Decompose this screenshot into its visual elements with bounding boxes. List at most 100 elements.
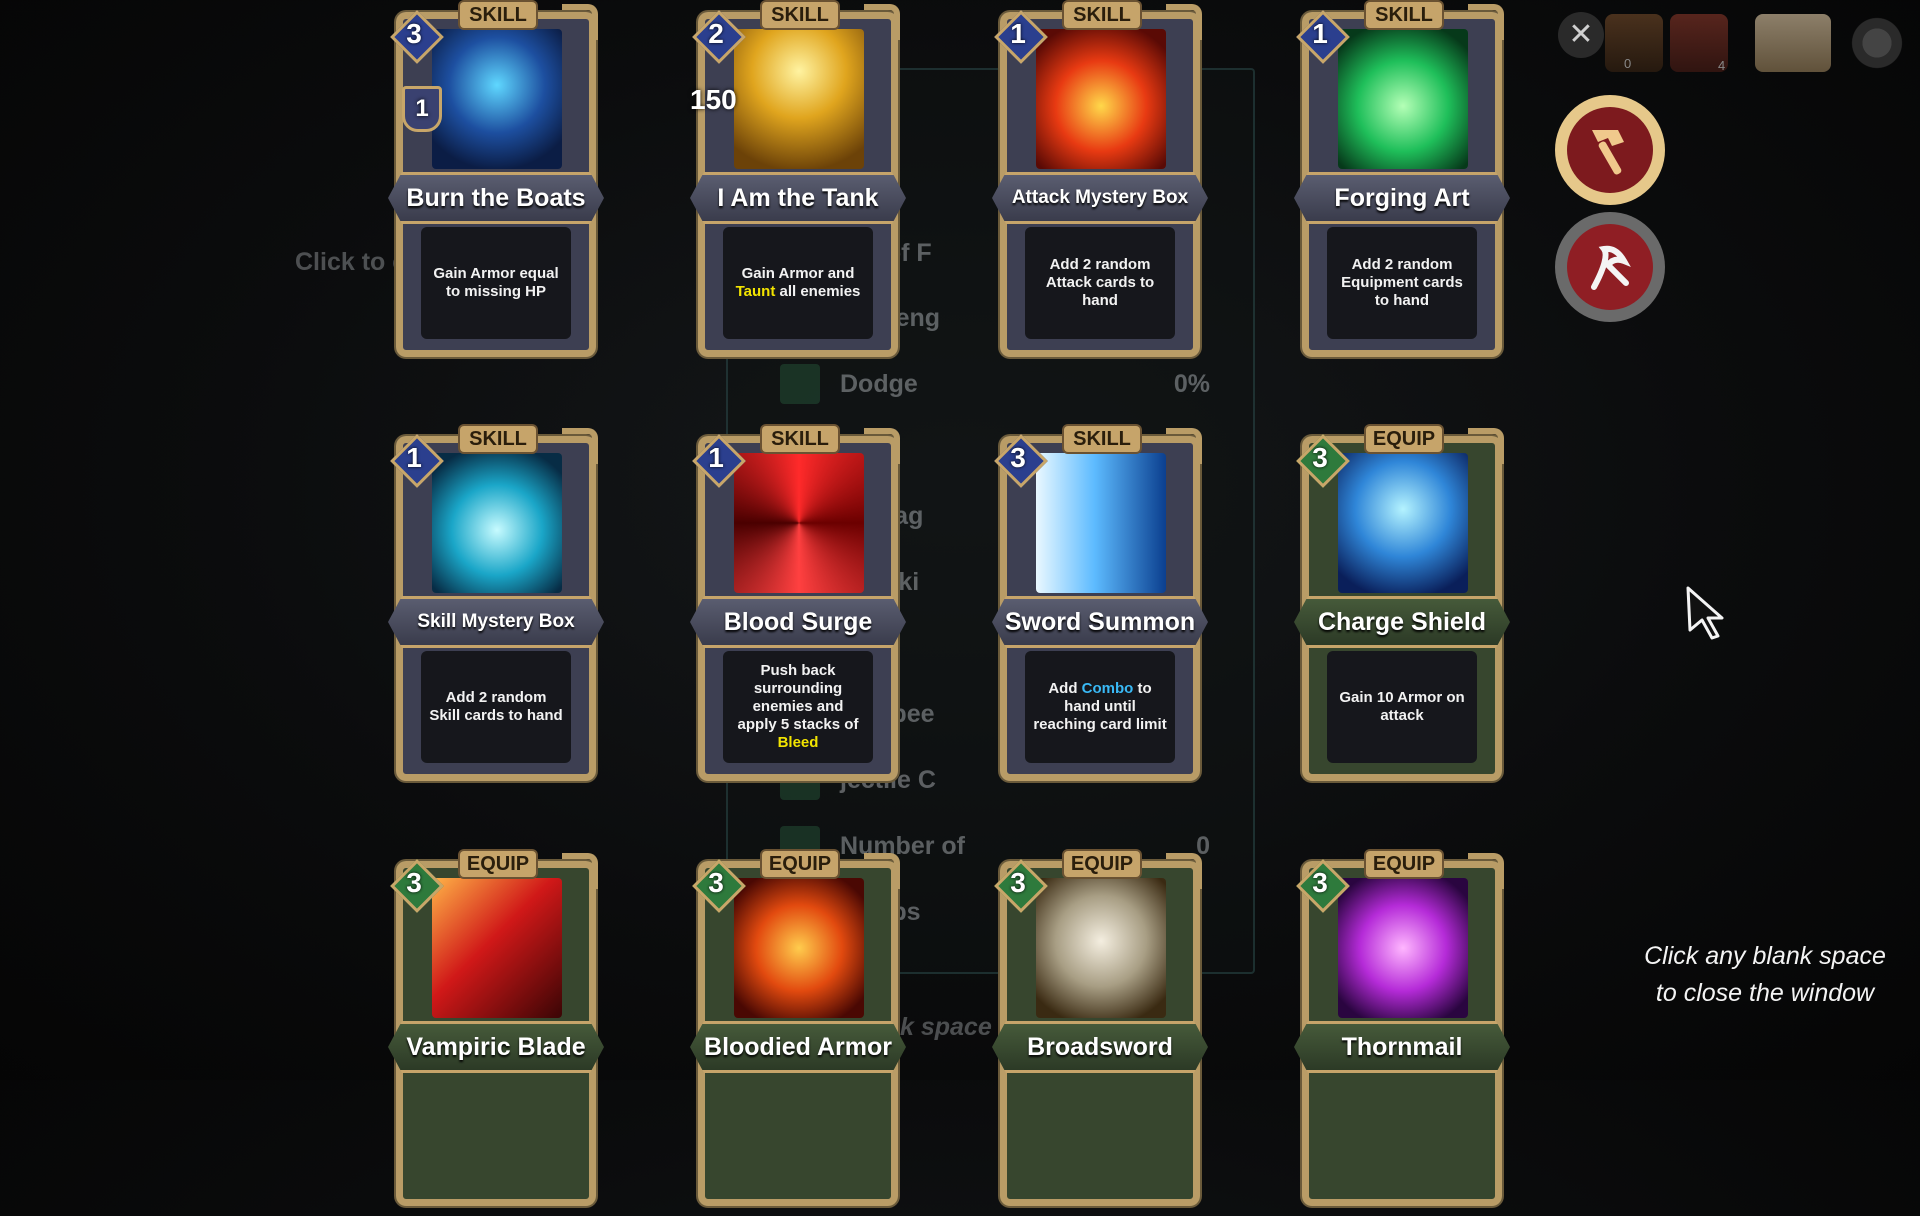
red-blade-icon [432,878,562,1018]
card-corner-ornament [1468,4,1504,40]
card-skill-mystery-box[interactable]: SKILL 1 Skill Mystery Box Add 2 random Skil… [388,426,604,791]
card-name-bar: I Am the Tank [690,172,906,224]
card-name-bar: Vampiric Blade [388,1021,604,1073]
purple-thornmail-icon [1338,878,1468,1018]
armored-warrior-icon [432,29,562,169]
card-cost-value: 1 [708,442,724,473]
description-segment: Add 2 random Skill cards to hand [429,689,563,724]
description-segment: Gain 10 Armor on attack [1339,689,1465,724]
card-type-label: SKILL [1366,2,1442,28]
card-cost-value: 3 [708,867,724,898]
card-extra-badge: 150 [690,84,737,115]
card-name-bar: Bloodied Armor [690,1021,906,1073]
card-description-text: Gain Armor and Taunt all enemies [731,265,865,301]
description-segment: Push back surrounding enemies and apply … [737,662,859,733]
card-sword-summon[interactable]: SKILL 3 Sword Summon Add Combo to hand unti… [992,426,1208,791]
card-cost-badge: 3 [390,10,444,64]
background-stat-row: Dodge 0% [780,364,1210,404]
card-type-label: EQUIP [1064,851,1140,877]
card-name-bar: Skill Mystery Box [388,596,604,648]
card-bloodied-armor[interactable]: EQUIP 3 Bloodied Armor [690,851,906,1216]
whip-ability-button[interactable] [1555,212,1665,322]
card-type-label: SKILL [1064,2,1140,28]
card-corner-ornament [562,428,598,464]
card-name: I Am the Tank [717,183,879,212]
description-segment: Gain Armor and [741,265,855,282]
card-i-am-the-tank[interactable]: SKILL 2 150 I Am the Tank Gain Armor and Tau… [690,2,906,367]
card-name: Vampiric Blade [406,1032,586,1061]
card-name: Sword Summon [1004,607,1196,636]
card-name: Blood Surge [723,607,873,636]
blood-vortex-icon [734,453,864,593]
card-corner-ornament [1166,853,1202,889]
card-vampiric-blade[interactable]: EQUIP 3 Vampiric Blade [388,851,604,1216]
card-type-label: SKILL [1064,426,1140,452]
silver-broadsword-icon [1036,878,1166,1018]
card-cost-badge: 1 [692,434,746,488]
keyword-highlight: Bleed [777,734,819,751]
card-burn-the-boats[interactable]: SKILL 3 1 Burn the Boats Gain Armor equal to… [388,2,604,367]
card-blood-surge[interactable]: SKILL 1 Blood Surge Push back surrounding e… [690,426,906,791]
burning-armor-icon [734,878,864,1018]
card-cost-badge: 1 [994,10,1048,64]
card-description: Add 2 random Equipment cards to hand [1327,227,1477,339]
keyword-highlight: Taunt [735,283,776,300]
card-cost-value: 1 [1010,18,1026,49]
hammer-ability-button[interactable] [1555,95,1665,205]
card-cost-badge: 2 [692,10,746,64]
card-name-bar: Charge Shield [1294,596,1510,648]
card-charge-shield[interactable]: EQUIP 3 Charge Shield Gain 10 Armor on atta… [1294,426,1510,791]
card-description: Gain Armor equal to missing HP [421,227,571,339]
card-type-label: EQUIP [1366,851,1442,877]
card-corner-ornament [562,853,598,889]
settings-gear-icon[interactable] [1848,14,1906,72]
summoned-blades-icon [1036,453,1166,593]
card-forging-art[interactable]: SKILL 1 Forging Art Add 2 random Equipment … [1294,2,1510,367]
card-attack-mystery-box[interactable]: SKILL 1 Attack Mystery Box Add 2 random Att… [992,2,1208,367]
close-hint-line-2: to close the window [1655,979,1875,1007]
card-description: Add 2 random Attack cards to hand [1025,227,1175,339]
card-cost-value: 3 [1312,867,1328,898]
card-cost-value: 2 [708,18,724,49]
card-corner-ornament [562,4,598,40]
map-icon[interactable] [1755,14,1831,72]
close-button[interactable]: ✕ [1558,12,1604,58]
card-cost-value: 1 [406,442,422,473]
card-cost-badge: 3 [994,434,1048,488]
card-cost-badge: 3 [994,859,1048,913]
card-broadsword[interactable]: EQUIP 3 Broadsword [992,851,1208,1216]
card-description-text: Gain 10 Armor on attack [1335,689,1469,725]
spellbook-count: 4 [1718,58,1726,73]
card-name-bar: Blood Surge [690,596,906,648]
card-name-bar: Burn the Boats [388,172,604,224]
card-cost-value: 3 [406,867,422,898]
card-cost-value: 3 [1010,442,1026,473]
description-segment: Add 2 random Equipment cards to hand [1341,256,1463,309]
green-mystery-hand-icon [1338,29,1468,169]
card-name: Forging Art [1334,183,1470,212]
card-cost-value: 3 [1312,442,1328,473]
card-name-bar: Broadsword [992,1021,1208,1073]
card-description: Gain 10 Armor on attack [1327,651,1477,763]
card-type-label: SKILL [460,2,536,28]
card-type-label: SKILL [762,2,838,28]
card-description-text: Add Combo to hand until reaching card li… [1033,680,1167,734]
card-corner-ornament [1166,4,1202,40]
card-name: Bloodied Armor [704,1032,892,1061]
card-name: Broadsword [1027,1032,1173,1061]
card-cost-value: 3 [1010,867,1026,898]
card-cost-badge: 1 [1296,10,1350,64]
card-thornmail[interactable]: EQUIP 3 Thornmail [1294,851,1510,1216]
mouse-cursor-icon [1686,586,1724,640]
backpack-icon[interactable] [1605,14,1663,72]
backpack-count: 0 [1624,56,1632,71]
card-description: Add 2 random Skill cards to hand [421,651,571,763]
card-description-text: Push back surrounding enemies and apply … [731,662,865,752]
card-type-label: SKILL [460,426,536,452]
description-segment: Add [1048,680,1082,697]
card-description: Push back surrounding enemies and apply … [723,651,873,763]
golden-knight-icon [734,29,864,169]
close-hint-line-1: Click any blank space [1644,942,1886,970]
card-cost-badge: 3 [1296,434,1350,488]
card-description-text: Add 2 random Attack cards to hand [1033,256,1167,310]
